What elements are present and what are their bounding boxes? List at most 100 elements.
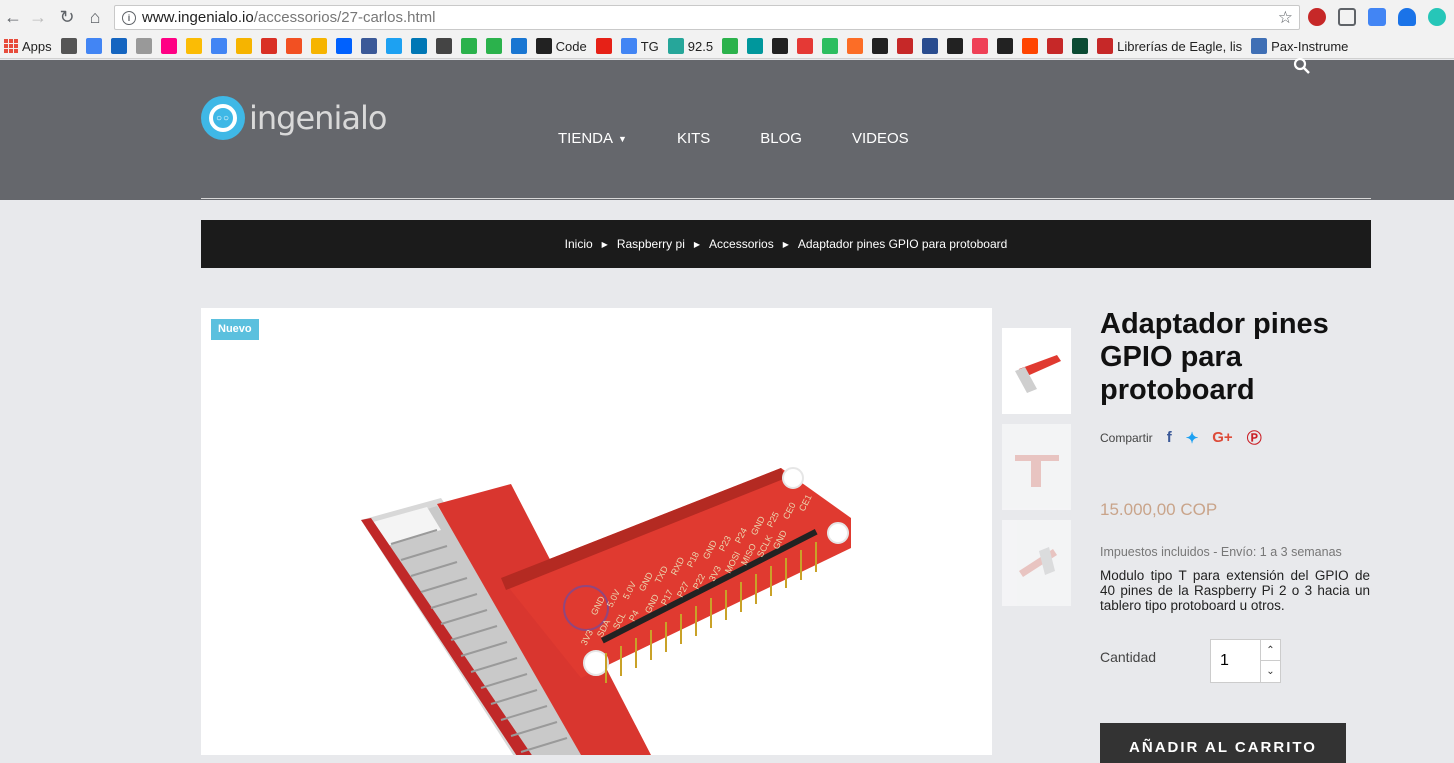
back-icon[interactable]: ← bbox=[2, 6, 24, 28]
bookmark-item[interactable] bbox=[595, 38, 612, 54]
nav-label: TIENDA bbox=[558, 130, 614, 147]
bookmark-item[interactable] bbox=[897, 38, 914, 54]
dropbox-icon bbox=[335, 38, 352, 54]
google-plus-icon[interactable]: G+ bbox=[1212, 429, 1232, 446]
thumbnail-2[interactable] bbox=[1002, 424, 1071, 510]
bookmark-label: Apps bbox=[22, 38, 52, 54]
extensions-bar bbox=[1308, 8, 1446, 26]
bookmark-item[interactable] bbox=[60, 38, 77, 54]
bookmark-item[interactable] bbox=[722, 38, 739, 54]
feedly-icon bbox=[722, 38, 739, 54]
breadcrumb-item-raspberry[interactable]: Raspberry pi bbox=[617, 237, 685, 251]
thumbnail-3[interactable] bbox=[1002, 520, 1071, 606]
bookmark-item[interactable] bbox=[772, 38, 789, 54]
nav-kits[interactable]: KITS bbox=[677, 130, 710, 147]
bookmark-item[interactable] bbox=[160, 38, 177, 54]
profile-avatar-icon[interactable] bbox=[1428, 8, 1446, 26]
breadcrumb-item-accessorios[interactable]: Accessorios bbox=[709, 237, 774, 251]
bookmark-item[interactable]: Librerías de Eagle, lis bbox=[1097, 38, 1242, 54]
bookmark-item[interactable]: Pax-Instrume bbox=[1251, 38, 1348, 54]
facebook-icon[interactable]: f bbox=[1167, 429, 1172, 446]
drive-icon bbox=[185, 38, 202, 54]
django-icon bbox=[1072, 38, 1089, 54]
bookmark-item[interactable] bbox=[822, 38, 839, 54]
nav-label: VIDEOS bbox=[851, 130, 909, 147]
nav-label: BLOG bbox=[760, 130, 802, 147]
pocket-icon bbox=[972, 38, 989, 54]
bookmark-item[interactable] bbox=[110, 38, 127, 54]
bookmark-item[interactable] bbox=[972, 38, 989, 54]
product-info: Adaptador pines GPIO para protoboard Com… bbox=[1100, 308, 1370, 763]
twitter-icon[interactable]: ✦ bbox=[1186, 429, 1199, 447]
nav-videos[interactable]: VIDEOS bbox=[852, 130, 909, 147]
bookmark-item[interactable] bbox=[235, 38, 252, 54]
facebook-icon bbox=[360, 38, 377, 54]
product-title: Adaptador pines GPIO para protoboard bbox=[1100, 308, 1329, 406]
chevron-up-icon[interactable]: ⌃ bbox=[1260, 640, 1280, 661]
bookmark-item[interactable] bbox=[410, 38, 427, 54]
product-main-image[interactable]: Nuevo GND 5.0V 5.0V GND TXD RXD P18 GND … bbox=[201, 308, 992, 755]
cat-icon bbox=[1047, 38, 1064, 54]
bookmark-item[interactable] bbox=[872, 38, 889, 54]
bookmark-item[interactable] bbox=[510, 38, 527, 54]
bookmark-item[interactable] bbox=[485, 38, 502, 54]
chevron-right-icon: ▶ bbox=[693, 239, 701, 249]
translate-extension-icon[interactable] bbox=[1368, 8, 1386, 26]
bookmark-item[interactable] bbox=[997, 38, 1014, 54]
bookmark-item[interactable] bbox=[360, 38, 377, 54]
bookmark-star-icon[interactable]: ☆ bbox=[1278, 8, 1293, 28]
nav-blog[interactable]: BLOG bbox=[760, 130, 802, 147]
bookmark-item[interactable] bbox=[847, 38, 864, 54]
bookmark-item[interactable] bbox=[1047, 38, 1064, 54]
bookmark-item[interactable] bbox=[1072, 38, 1089, 54]
bookmark-item[interactable] bbox=[460, 38, 477, 54]
bookmark-item[interactable] bbox=[947, 38, 964, 54]
bookmark-item[interactable] bbox=[285, 38, 302, 54]
address-bar[interactable]: i www.ingenialo.io/accessorios/27-carlos… bbox=[114, 5, 1300, 30]
nav-tienda[interactable]: TIENDA ▼ bbox=[558, 130, 627, 147]
bookmark-item[interactable] bbox=[185, 38, 202, 54]
info-icon[interactable]: i bbox=[122, 10, 136, 25]
breadcrumb: Inicio ▶ Raspberry pi ▶ Accessorios ▶ Ad… bbox=[201, 220, 1371, 268]
quantity-row: Cantidad ⌃ ⌄ bbox=[1100, 639, 1370, 683]
gitlab-icon bbox=[847, 38, 864, 54]
bookmark-item[interactable] bbox=[797, 38, 814, 54]
home-icon[interactable]: ⌂ bbox=[84, 6, 106, 28]
bookmark-item[interactable] bbox=[260, 38, 277, 54]
product-description: Modulo tipo T para extensión del GPIO de… bbox=[1100, 568, 1370, 613]
quantity-input[interactable] bbox=[1211, 640, 1260, 682]
site-logo[interactable]: ○○ ingenialo bbox=[201, 96, 387, 140]
bookmark-item[interactable] bbox=[1022, 38, 1039, 54]
bookmark-item[interactable]: TG bbox=[620, 38, 659, 54]
extension-icon[interactable] bbox=[1308, 8, 1326, 26]
bookmark-item[interactable]: 92.5 bbox=[667, 38, 713, 54]
calendar-icon bbox=[210, 38, 227, 54]
bookmark-item[interactable] bbox=[210, 38, 227, 54]
bookmark-item[interactable] bbox=[385, 38, 402, 54]
thumbnail-1[interactable] bbox=[1002, 328, 1071, 414]
bookmark-item[interactable] bbox=[85, 38, 102, 54]
pinterest-icon[interactable]: Ⓟ bbox=[1247, 427, 1262, 448]
search-icon[interactable] bbox=[1293, 57, 1311, 75]
bookmark-item[interactable] bbox=[922, 38, 939, 54]
bookmark-item[interactable] bbox=[435, 38, 452, 54]
bookmark-item[interactable] bbox=[310, 38, 327, 54]
reload-icon[interactable]: ↻ bbox=[56, 6, 78, 28]
breadcrumb-item-inicio[interactable]: Inicio bbox=[565, 237, 593, 251]
one-icon bbox=[460, 38, 477, 54]
bookmark-item[interactable] bbox=[335, 38, 352, 54]
bookmark-item[interactable]: Code bbox=[535, 38, 587, 54]
bookmark-item[interactable] bbox=[135, 38, 152, 54]
download-icon[interactable] bbox=[1398, 8, 1416, 26]
cast-icon[interactable] bbox=[1338, 8, 1356, 26]
github-alt-icon bbox=[872, 38, 889, 54]
bookmark-item[interactable] bbox=[747, 38, 764, 54]
logo-mark-icon: ○○ bbox=[201, 96, 245, 140]
bookmark-item[interactable]: Apps bbox=[4, 39, 52, 54]
chevron-down-icon[interactable]: ⌄ bbox=[1260, 661, 1280, 682]
instagram-icon bbox=[435, 38, 452, 54]
add-to-cart-button[interactable]: AÑADIR AL CARRITO bbox=[1100, 723, 1346, 763]
header-divider bbox=[201, 198, 1371, 199]
forward-icon[interactable]: → bbox=[27, 6, 49, 28]
chevron-right-icon: ▶ bbox=[601, 239, 608, 249]
